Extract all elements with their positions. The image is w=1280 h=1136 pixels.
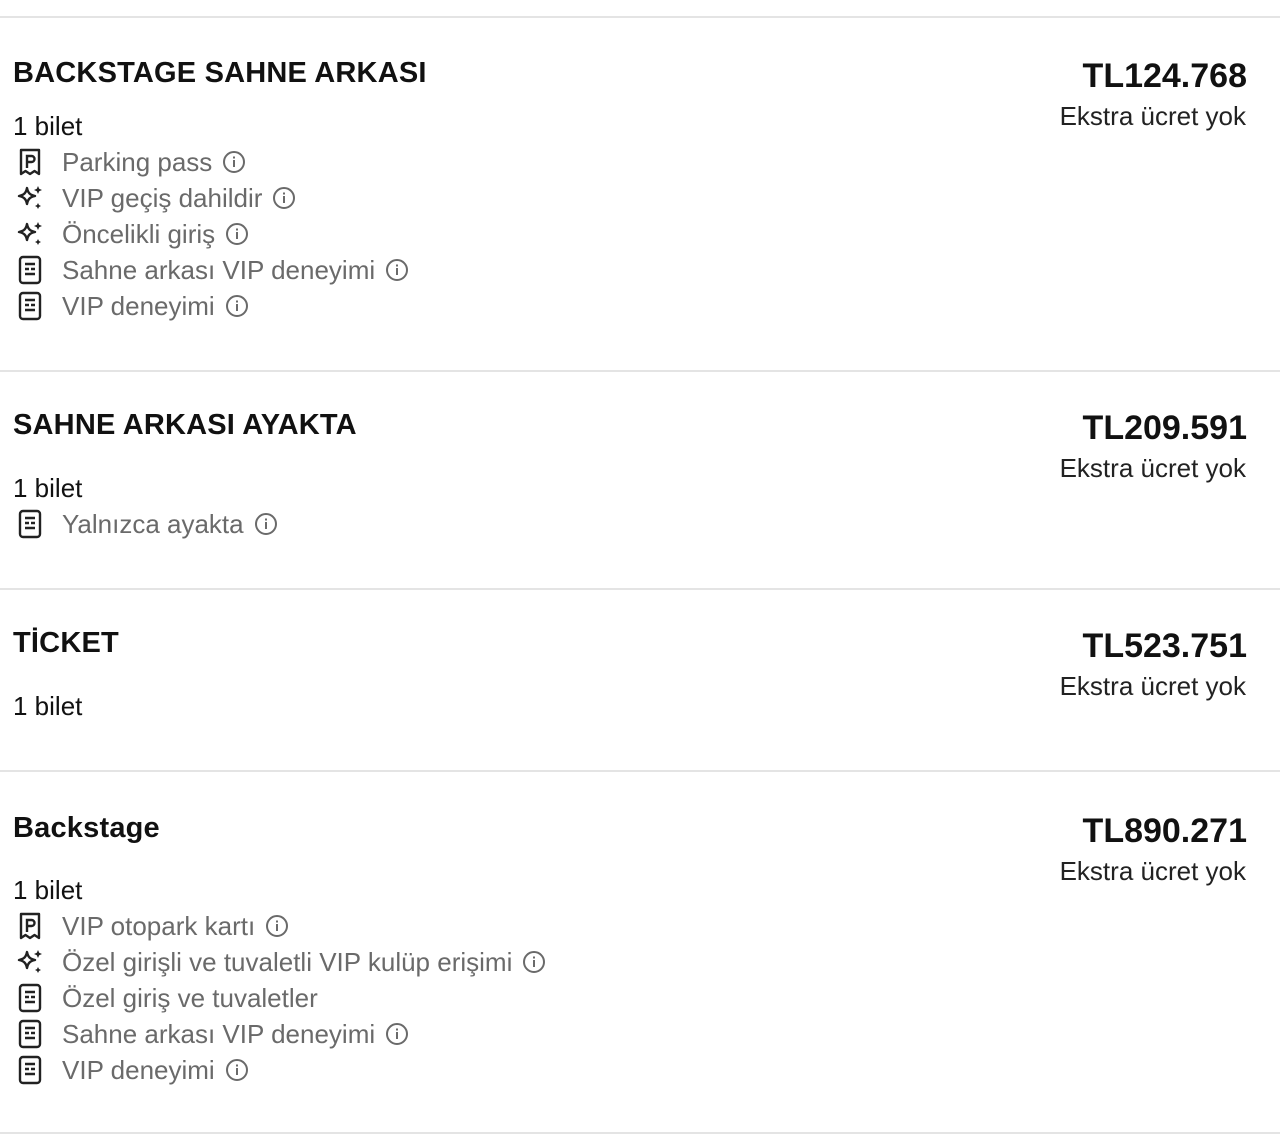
- feature-label: Sahne arkası VIP deneyimi: [62, 254, 376, 285]
- ticket-quantity: 1 bilet: [13, 111, 83, 141]
- ticket-quantity: 1 bilet: [13, 691, 83, 721]
- feature-label: Öncelikli giriş: [62, 218, 216, 249]
- document-icon: [14, 290, 46, 322]
- feature-item: Öncelikli giriş: [14, 216, 409, 252]
- ticket-quantity: 1 bilet: [13, 875, 83, 905]
- feature-item: VIP geçiş dahildir: [14, 180, 409, 216]
- feature-label: Özel girişli ve tuvaletli VIP kulüp eriş…: [62, 946, 513, 977]
- listing-divider: [0, 370, 1280, 372]
- feature-label: Sahne arkası VIP deneyimi: [62, 1018, 376, 1049]
- feature-label: Yalnızca ayakta: [62, 508, 244, 539]
- feature-label: Parking pass: [62, 146, 213, 177]
- feature-item: VIP otopark kartı: [14, 908, 546, 944]
- info-icon[interactable]: [225, 1058, 249, 1082]
- feature-label: VIP deneyimi: [62, 1054, 215, 1085]
- listing-divider: [0, 588, 1280, 590]
- fee-note: Ekstra ücret yok: [1059, 856, 1246, 886]
- info-icon[interactable]: [385, 1022, 409, 1046]
- fee-note: Ekstra ücret yok: [1059, 453, 1246, 483]
- listing-price: TL124.768: [1082, 57, 1247, 95]
- feature-label: VIP geçiş dahildir: [62, 182, 263, 213]
- document-icon: [14, 982, 46, 1014]
- fee-note: Ekstra ücret yok: [1059, 671, 1246, 701]
- info-icon[interactable]: [265, 914, 289, 938]
- listing-title: SAHNE ARKASI AYAKTA: [13, 409, 357, 441]
- parking-icon: [14, 146, 46, 178]
- feature-label: VIP deneyimi: [62, 290, 215, 321]
- info-icon[interactable]: [385, 258, 409, 282]
- feature-list: VIP otopark kartı Özel girişli ve tuvale…: [14, 908, 546, 1088]
- listing-price: TL890.271: [1082, 812, 1247, 850]
- document-icon: [14, 1018, 46, 1050]
- listing-title: TİCKET: [13, 627, 119, 659]
- info-icon[interactable]: [272, 186, 296, 210]
- feature-label: Özel giriş ve tuvaletler: [62, 982, 318, 1013]
- info-icon[interactable]: [254, 512, 278, 536]
- document-icon: [14, 1054, 46, 1086]
- document-icon: [14, 254, 46, 286]
- feature-item: Sahne arkası VIP deneyimi: [14, 1016, 546, 1052]
- feature-item: VIP deneyimi: [14, 288, 409, 324]
- feature-list: Yalnızca ayakta: [14, 506, 278, 542]
- fee-note: Ekstra ücret yok: [1059, 101, 1246, 131]
- listing-divider: [0, 1132, 1280, 1134]
- info-icon[interactable]: [222, 150, 246, 174]
- sparkle-icon: [14, 946, 46, 978]
- sparkle-icon: [14, 218, 46, 250]
- feature-item: Özel girişli ve tuvaletli VIP kulüp eriş…: [14, 944, 546, 980]
- info-icon[interactable]: [225, 294, 249, 318]
- parking-icon: [14, 910, 46, 942]
- feature-item: Yalnızca ayakta: [14, 506, 278, 542]
- sparkle-icon: [14, 182, 46, 214]
- feature-item: Sahne arkası VIP deneyimi: [14, 252, 409, 288]
- listing-title: BACKSTAGE SAHNE ARKASI: [13, 57, 427, 89]
- info-icon[interactable]: [522, 950, 546, 974]
- listing-divider: [0, 16, 1280, 18]
- listing-price: TL523.751: [1082, 627, 1247, 665]
- info-icon[interactable]: [225, 222, 249, 246]
- feature-item: Özel giriş ve tuvaletler: [14, 980, 546, 1016]
- listing-title: Backstage: [13, 812, 160, 844]
- feature-item: Parking pass: [14, 144, 409, 180]
- feature-item: VIP deneyimi: [14, 1052, 546, 1088]
- listing-divider: [0, 770, 1280, 772]
- feature-list: Parking pass VIP geçiş dahildir Öncelikl…: [14, 144, 409, 324]
- feature-label: VIP otopark kartı: [62, 910, 256, 941]
- ticket-quantity: 1 bilet: [13, 473, 83, 503]
- document-icon: [14, 508, 46, 540]
- listing-price: TL209.591: [1082, 409, 1247, 447]
